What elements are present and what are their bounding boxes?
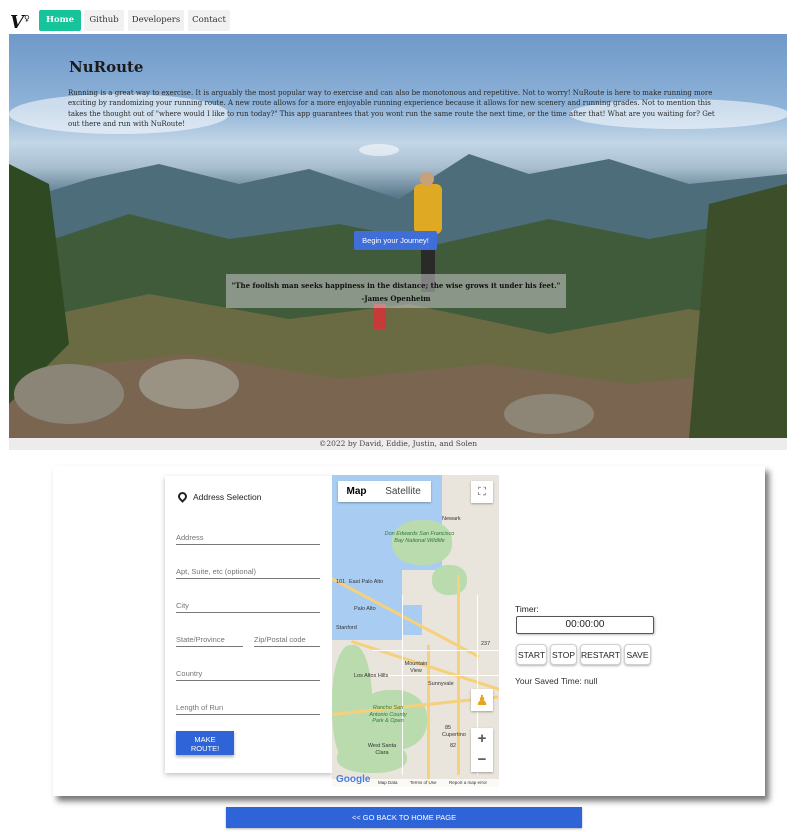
map-label-mountain-view: Mountain View xyxy=(404,661,428,674)
make-route-label-1: MAKE xyxy=(194,734,216,744)
map-label-route-82: 82 xyxy=(450,743,457,749)
map-tab-map[interactable]: Map xyxy=(338,481,375,502)
google-logo: Google xyxy=(336,774,371,785)
quote-box: "The foolish man seeks happiness in the … xyxy=(226,274,566,308)
terms-link[interactable]: Terms of Use xyxy=(410,779,437,787)
state-input[interactable] xyxy=(176,635,243,647)
map-tab-satellite[interactable]: Satellite xyxy=(375,481,431,502)
map-street xyxy=(402,595,403,775)
map-label-los-altos-hills: Los Altos Hills xyxy=(354,673,389,679)
copyright-footer: ©2022 by David, Eddie, Justin, and Solen xyxy=(9,438,787,450)
map-label-stanford: Stanford xyxy=(336,625,357,631)
stop-button[interactable]: STOP xyxy=(550,644,577,665)
saved-time-text: Your Saved Time: null xyxy=(515,676,598,686)
map-type-control: Map Satellite xyxy=(338,481,431,502)
map-label-east-palo-alto: East Palo Alto xyxy=(349,579,384,585)
map-label-west-santa-clara: West Santa Clara xyxy=(367,743,397,756)
timer-label: Timer: xyxy=(515,604,539,614)
map-data-link[interactable]: Map Data xyxy=(378,779,398,787)
address-heading: Address Selection xyxy=(176,490,262,503)
report-map-error-link[interactable]: Report a map error xyxy=(449,779,487,787)
site-logo[interactable]: V♀ xyxy=(10,8,32,33)
nav-developers-button[interactable]: Developers xyxy=(128,10,184,31)
map-label-route-237: 237 xyxy=(481,641,491,647)
map-street xyxy=(372,675,499,676)
top-nav: V♀ Home Github Developers Contact xyxy=(0,0,802,34)
map-street xyxy=(372,650,499,651)
quote-text: "The foolish man seeks happiness in the … xyxy=(231,281,561,290)
map-label-palo-alto: Palo Alto xyxy=(354,606,376,612)
map-label-rancho: Rancho San Antonio County Park & Open xyxy=(369,705,407,724)
map-label-cupertino: Cupertino xyxy=(442,732,466,738)
pegman-icon[interactable]: ♟ xyxy=(471,689,493,711)
address-heading-label: Address Selection xyxy=(193,492,262,502)
zoom-out-icon[interactable]: − xyxy=(471,750,493,772)
zoom-in-icon[interactable]: + xyxy=(471,728,493,750)
hero-title: NuRoute xyxy=(69,58,144,76)
hero-banner: NuRoute Running is a great way to exerci… xyxy=(9,34,787,438)
map-label-route-101: 101 xyxy=(336,579,346,585)
make-route-button[interactable]: MAKE ROUTE! xyxy=(176,731,234,755)
map-park xyxy=(432,565,467,595)
map-footer: Google Map Data Terms of Use Report a ma… xyxy=(332,774,499,787)
start-button[interactable]: START xyxy=(516,644,547,665)
map-label-sunnyvale: Sunnyvale xyxy=(428,681,454,687)
make-route-label-2: ROUTE! xyxy=(190,744,220,753)
map-label-refuge: Don Edwards San Francisco Bay National W… xyxy=(384,531,455,544)
quote-author: -James Openheim xyxy=(361,294,431,303)
location-pin-icon xyxy=(176,490,189,503)
hero-description: Running is a great way to exercise. It i… xyxy=(68,89,715,128)
zip-input[interactable] xyxy=(254,635,320,647)
back-home-button[interactable]: << GO BACK TO HOME PAGE xyxy=(226,807,582,828)
map-label-newark: Newark xyxy=(442,516,461,522)
city-input[interactable] xyxy=(176,601,320,613)
zoom-control: + − xyxy=(471,728,493,772)
nav-home-button[interactable]: Home xyxy=(39,10,81,31)
run-length-input[interactable] xyxy=(176,703,320,715)
address-input[interactable] xyxy=(176,533,320,545)
fullscreen-icon[interactable]: ⛶ xyxy=(471,481,493,503)
nav-contact-button[interactable]: Contact xyxy=(188,10,230,31)
restart-button[interactable]: RESTART xyxy=(580,644,621,665)
address-card xyxy=(165,476,333,773)
nav-github-button[interactable]: Github xyxy=(84,10,124,31)
apt-input[interactable] xyxy=(176,567,320,579)
begin-journey-button[interactable]: Begin your Journey! xyxy=(354,231,437,250)
country-input[interactable] xyxy=(176,669,320,681)
save-button[interactable]: SAVE xyxy=(624,644,651,665)
map-label-route-85: 85 xyxy=(445,725,452,731)
timer-display: 00:00:00 xyxy=(516,616,654,634)
